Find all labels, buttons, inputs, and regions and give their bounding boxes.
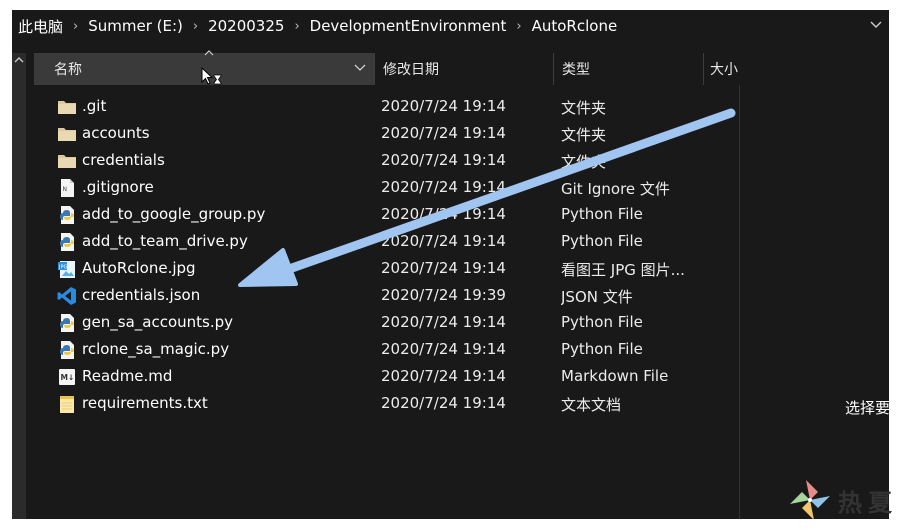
column-header-size[interactable]: 大小: [703, 53, 743, 85]
file-row[interactable]: accounts 2020/7/24 19:14 文件夹: [34, 120, 743, 147]
file-type: 文件夹: [561, 99, 607, 117]
column-header-date-label: 修改日期: [383, 62, 439, 78]
column-header-size-label: 大小: [710, 62, 738, 78]
address-dropdown-icon[interactable]: [867, 16, 885, 34]
folder-icon: [57, 124, 77, 144]
file-name: credentials.json: [82, 286, 201, 304]
file-row[interactable]: gen_sa_accounts.py 2020/7/24 19:14 Pytho…: [34, 309, 743, 336]
details-pane-divider[interactable]: [739, 85, 740, 519]
file-date: 2020/7/24 19:14: [381, 205, 506, 223]
folder-icon: [57, 151, 77, 171]
file-date: 2020/7/24 19:14: [381, 313, 506, 331]
file-date: 2020/7/24 19:14: [381, 394, 506, 412]
file-type: Python File: [561, 313, 643, 331]
notepad-file-icon: [57, 394, 77, 414]
breadcrumb-folder-date[interactable]: 20200325: [208, 17, 284, 35]
file-name: requirements.txt: [82, 394, 208, 412]
column-header-type[interactable]: 类型: [553, 53, 703, 85]
watermark-text: 热夏: [838, 488, 898, 517]
scroll-up-icon[interactable]: [12, 55, 26, 69]
column-header-type-label: 类型: [562, 62, 590, 78]
file-explorer-window: 此电脑 › Summer (E:) › 20200325 › Developme…: [12, 10, 889, 519]
breadcrumb-this-pc[interactable]: 此电脑: [18, 16, 63, 37]
file-list: 名称 修改日期 类型 大小 .git 2020/7/24 19:14 文件夹 a…: [34, 50, 889, 519]
file-name: .gitignore: [82, 178, 154, 196]
file-date: 2020/7/24 19:14: [381, 232, 506, 250]
file-type: JSON 文件: [561, 288, 633, 306]
chevron-down-icon[interactable]: [354, 62, 366, 75]
file-name: accounts: [82, 124, 150, 142]
details-pane-hint: 选择要: [845, 399, 889, 417]
file-type: Markdown File: [561, 367, 669, 385]
address-bar[interactable]: 此电脑 › Summer (E:) › 20200325 › Developme…: [12, 10, 889, 42]
file-type: Python File: [561, 232, 643, 250]
file-row[interactable]: N .gitignore 2020/7/24 19:14 Git Ignore …: [34, 174, 743, 201]
file-row[interactable]: credentials.json 2020/7/24 19:39 JSON 文件: [34, 282, 743, 309]
column-header-row: 名称 修改日期 类型 大小: [34, 50, 889, 85]
file-row[interactable]: rclone_sa_magic.py 2020/7/24 19:14 Pytho…: [34, 336, 743, 363]
column-header-name[interactable]: 名称: [34, 50, 374, 85]
file-name: add_to_team_drive.py: [82, 232, 248, 250]
file-date: 2020/7/24 19:14: [381, 259, 506, 277]
markdown-file-icon: M↓: [57, 367, 77, 387]
chevron-right-icon[interactable]: ›: [516, 19, 521, 34]
breadcrumb-folder-devenv[interactable]: DevelopmentEnvironment: [310, 17, 507, 35]
file-date: 2020/7/24 19:14: [381, 178, 506, 196]
file-name: rclone_sa_magic.py: [82, 340, 230, 358]
folder-icon: [57, 97, 77, 117]
file-name: Readme.md: [82, 367, 173, 385]
image-file-icon: JPG: [57, 259, 77, 279]
file-date: 2020/7/24 19:39: [381, 286, 506, 304]
python-file-icon: [57, 232, 77, 252]
column-header-date[interactable]: 修改日期: [374, 53, 553, 85]
file-row[interactable]: add_to_team_drive.py 2020/7/24 19:14 Pyt…: [34, 228, 743, 255]
svg-text:M↓: M↓: [61, 373, 75, 382]
file-type: Git Ignore 文件: [561, 180, 670, 198]
file-row[interactable]: JPG AutoRclone.jpg 2020/7/24 19:14 看图王 J…: [34, 255, 743, 282]
chevron-right-icon[interactable]: ›: [193, 19, 198, 34]
column-header-name-label: 名称: [54, 62, 82, 78]
text-file-icon: N: [57, 178, 77, 198]
mouse-busy-cursor-icon: [200, 66, 222, 85]
svg-text:JPG: JPG: [58, 265, 67, 271]
file-row[interactable]: requirements.txt 2020/7/24 19:14 文本文档: [34, 390, 743, 417]
file-row[interactable]: credentials 2020/7/24 19:14 文件夹: [34, 147, 743, 174]
navigation-pane[interactable]: [12, 53, 26, 519]
chevron-right-icon[interactable]: ›: [73, 19, 78, 34]
vscode-file-icon: [57, 286, 77, 306]
python-file-icon: [57, 340, 77, 360]
file-type: Python File: [561, 340, 643, 358]
file-type: 文件夹: [561, 153, 607, 171]
breadcrumb-folder-autorclone[interactable]: AutoRclone: [532, 17, 618, 35]
file-row[interactable]: .git 2020/7/24 19:14 文件夹: [34, 93, 743, 120]
file-name: credentials: [82, 151, 165, 169]
file-name: add_to_google_group.py: [82, 205, 266, 223]
file-date: 2020/7/24 19:14: [381, 151, 506, 169]
file-type: 文件夹: [561, 126, 607, 144]
file-name: gen_sa_accounts.py: [82, 313, 234, 331]
file-row[interactable]: add_to_google_group.py 2020/7/24 19:14 P…: [34, 201, 743, 228]
file-date: 2020/7/24 19:14: [381, 367, 506, 385]
python-file-icon: [57, 205, 77, 225]
chevron-right-icon[interactable]: ›: [294, 19, 299, 34]
file-date: 2020/7/24 19:14: [381, 97, 506, 115]
file-type: 看图王 JPG 图片...: [561, 261, 685, 279]
file-rows: .git 2020/7/24 19:14 文件夹 accounts 2020/7…: [34, 93, 743, 417]
breadcrumb-drive[interactable]: Summer (E:): [88, 17, 183, 35]
svg-text:N: N: [63, 186, 68, 193]
file-date: 2020/7/24 19:14: [381, 124, 506, 142]
file-name: AutoRclone.jpg: [82, 259, 196, 277]
file-type: 文本文档: [561, 396, 622, 414]
python-file-icon: [57, 313, 77, 333]
file-row[interactable]: M↓ Readme.md 2020/7/24 19:14 Markdown Fi…: [34, 363, 743, 390]
file-type: Python File: [561, 205, 643, 223]
sort-ascending-icon: [204, 49, 214, 59]
file-name: .git: [82, 97, 107, 115]
file-date: 2020/7/24 19:14: [381, 340, 506, 358]
